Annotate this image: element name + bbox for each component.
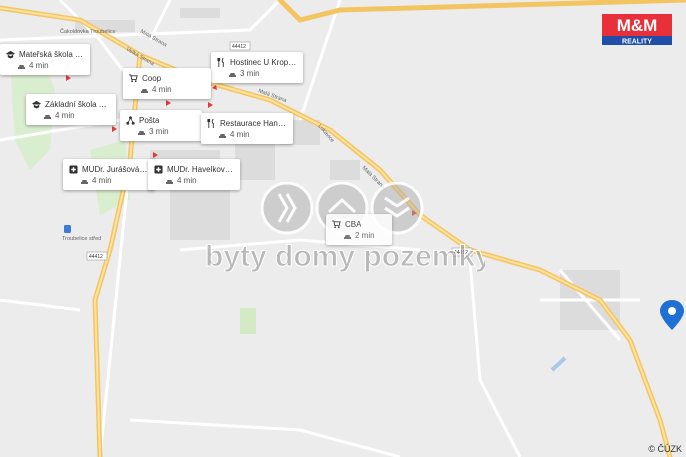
- restaurant-icon: [207, 118, 216, 128]
- map-copyright: © ČÚZK: [648, 444, 682, 454]
- brand-logo: M&M REALITY: [602, 14, 672, 46]
- medical-icon: [154, 164, 163, 174]
- poi-card[interactable]: Pošta 3 min: [120, 110, 202, 141]
- road-label: Troubelice střed: [62, 236, 101, 242]
- road-number: 44412: [89, 254, 103, 260]
- poi-time: 4 min: [177, 176, 197, 185]
- car-icon: [138, 129, 145, 135]
- school-icon: [32, 100, 41, 109]
- poi-time: 4 min: [152, 85, 172, 94]
- green-area: [240, 308, 256, 334]
- post-icon: [126, 115, 135, 125]
- poi-name: Hostinec U Kropá...: [230, 57, 297, 67]
- cart-icon: [129, 73, 138, 83]
- poi-card[interactable]: MUDr. Jurášová A... 4 min: [63, 159, 155, 190]
- road-number: 44412: [232, 44, 246, 50]
- poi-card[interactable]: Coop 4 min: [123, 68, 211, 99]
- medical-icon: [69, 164, 78, 174]
- poi-name: Pošta: [139, 115, 160, 125]
- poi-time: 4 min: [92, 176, 112, 185]
- car-icon: [344, 233, 351, 239]
- car-icon: [44, 113, 51, 119]
- poi-name: MUDr. Jurášová A...: [82, 164, 149, 174]
- car-icon: [166, 178, 173, 184]
- poi-time: 2 min: [355, 231, 375, 240]
- car-icon: [219, 132, 226, 138]
- poi-card[interactable]: MUDr. Havelková ... 4 min: [148, 159, 240, 190]
- poi-time: 3 min: [149, 127, 169, 136]
- logo-text: M&M: [617, 16, 658, 35]
- poi-card[interactable]: CBA 2 min: [326, 214, 392, 245]
- poi-card[interactable]: Mateřská škola T... 4 min: [0, 44, 90, 75]
- poi-name: Mateřská škola T...: [19, 49, 84, 59]
- car-icon: [18, 63, 25, 69]
- school-icon: [6, 50, 15, 59]
- car-icon: [81, 178, 88, 184]
- poi-name: MUDr. Havelková ...: [167, 164, 234, 174]
- car-icon: [229, 71, 236, 77]
- poi-time: 3 min: [240, 69, 260, 78]
- bus-stop-icon: [64, 225, 71, 233]
- poi-name: Základní škola Tr...: [45, 99, 110, 109]
- poi-time: 4 min: [230, 130, 250, 139]
- poi-card[interactable]: Hostinec U Kropá... 3 min: [211, 52, 303, 83]
- restaurant-icon: [217, 57, 226, 67]
- poi-card[interactable]: Restaurace Hana... 4 min: [201, 113, 293, 144]
- poi-name: Restaurace Hana...: [220, 118, 287, 128]
- poi-name: Coop: [142, 73, 162, 83]
- logo-subtext: REALITY: [622, 39, 652, 46]
- poi-name: CBA: [345, 219, 362, 229]
- poi-time: 4 min: [29, 61, 49, 70]
- poi-card[interactable]: Základní škola Tr... 4 min: [26, 94, 116, 125]
- poi-time: 4 min: [55, 111, 75, 120]
- road-label: Čakoldovka Troubelice: [60, 28, 116, 35]
- cart-icon: [332, 219, 341, 229]
- car-icon: [141, 87, 148, 93]
